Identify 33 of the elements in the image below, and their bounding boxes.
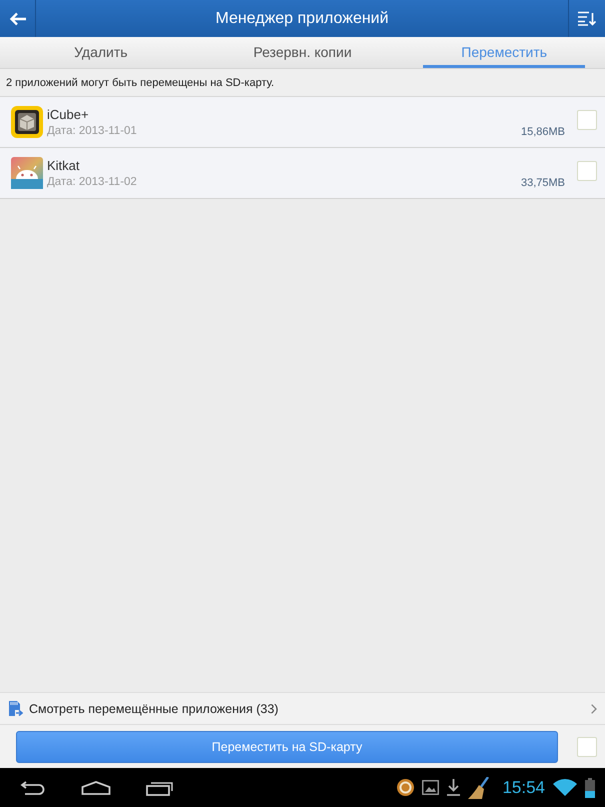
screen-title: Менеджер приложений [214, 10, 390, 28]
app-size: 33,75MB [520, 177, 565, 189]
moved-apps-link[interactable]: Смотреть перемещённые приложения (33) [0, 692, 605, 725]
checkbox[interactable] [577, 110, 597, 130]
home-icon[interactable] [81, 780, 111, 794]
install-date: Дата: 2013-11-01 [47, 125, 138, 137]
image-icon [422, 780, 440, 795]
back-icon[interactable] [18, 780, 46, 794]
app-icon [11, 106, 43, 138]
moved-apps-label: Смотреть перемещённые приложения (33) [29, 702, 280, 716]
recent-apps-icon[interactable] [146, 780, 174, 796]
sort-icon [578, 11, 596, 26]
clock-time: 15:54 [502, 778, 545, 798]
app-size: 15,86MB [520, 126, 565, 138]
android-icon [11, 157, 43, 189]
sd-card-icon [8, 700, 23, 716]
app-row[interactable]: Kitkat Дата: 2013-11-02 33,75MB [0, 148, 605, 199]
broom-icon [468, 776, 490, 798]
select-all-checkbox[interactable] [577, 736, 597, 756]
app-row[interactable]: iCube+ Дата: 2013-11-01 15,86MB [0, 97, 605, 148]
tab[interactable]: Резервн. копии [222, 37, 384, 68]
chevron-right-icon [591, 704, 597, 714]
info-text: 2 приложений могут быть перемещены на SD-карту. [6, 76, 274, 88]
wifi-icon [553, 779, 577, 796]
ring-icon [397, 779, 414, 796]
app-name: iCube+ [47, 107, 90, 122]
checkbox[interactable] [577, 161, 597, 181]
back-arrow-icon [8, 12, 26, 26]
tab[interactable]: Удалить [20, 37, 182, 68]
app-name: Kitkat [47, 158, 81, 173]
download-icon [447, 779, 460, 796]
battery-icon [585, 778, 595, 798]
install-date: Дата: 2013-11-02 [47, 176, 138, 188]
